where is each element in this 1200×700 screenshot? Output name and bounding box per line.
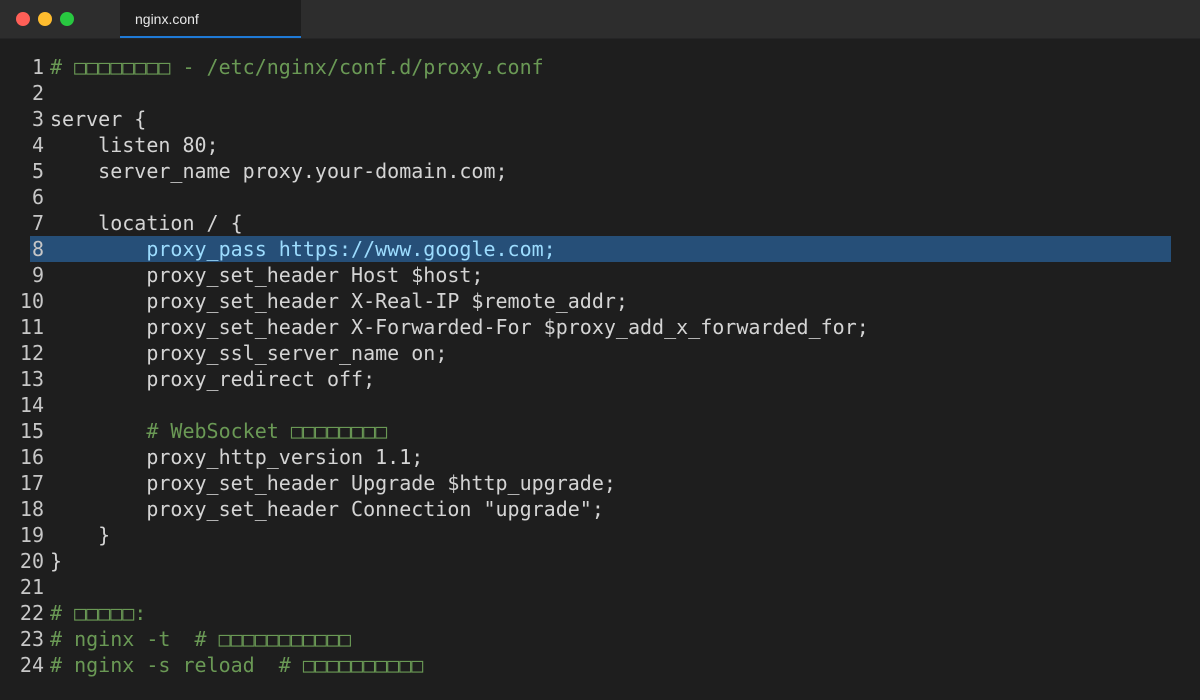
line-number: 1 (31, 55, 44, 79)
line-text: proxy_set_header Upgrade $http_upgrade; (50, 471, 616, 495)
code-line[interactable]: 12 proxy_ssl_server_name on; (0, 340, 1200, 366)
title-bar: nginx.conf (0, 0, 1200, 39)
line-number: 9 (31, 263, 44, 287)
line-number: 24 (19, 653, 44, 677)
code-line[interactable]: 13 proxy_redirect off; (0, 366, 1200, 392)
line-number: 10 (19, 289, 44, 313)
code-line[interactable]: 3 server { (0, 106, 1200, 132)
line-number: 19 (19, 523, 44, 547)
line-text: proxy_set_header Connection "upgrade"; (50, 497, 604, 521)
line-number: 4 (31, 133, 44, 157)
editor-window: nginx.conf 1 # □□□□□□□□ - /etc/nginx/conf… (0, 0, 1200, 700)
line-number: 21 (19, 575, 44, 599)
code-line[interactable]: 22 # □□□□□: (0, 600, 1200, 626)
line-text: # □□□□□: (50, 601, 147, 625)
line-text: # WebSocket □□□□□□□□ (50, 419, 388, 443)
line-text: } (50, 549, 63, 573)
code-line[interactable]: 17 proxy_set_header Upgrade $http_upgrad… (0, 470, 1200, 496)
line-number: 6 (31, 185, 44, 209)
line-text: server { (50, 107, 147, 131)
line-text: # nginx -s reload # □□□□□□□□□□ (50, 653, 424, 677)
line-text: proxy_pass https://www.google.com; (50, 237, 556, 261)
line-number: 7 (31, 211, 44, 235)
line-text: proxy_redirect off; (50, 367, 376, 391)
line-text: proxy_set_header Host $host; (50, 263, 484, 287)
code-line[interactable]: 21 (0, 574, 1200, 600)
line-text: location / { (50, 211, 243, 235)
code-line[interactable]: 4 listen 80; (0, 132, 1200, 158)
line-number: 3 (31, 107, 44, 131)
code-line[interactable]: 20} (0, 548, 1200, 574)
line-number: 16 (19, 445, 44, 469)
line-number: 2 (31, 81, 44, 105)
line-text: server_name proxy.your-domain.com; (50, 159, 508, 183)
code-line[interactable]: 1 # □□□□□□□□ - /etc/nginx/conf.d/proxy.co… (0, 54, 1200, 80)
code-line[interactable]: 24 # nginx -s reload # □□□□□□□□□□ (0, 652, 1200, 678)
line-number: 13 (19, 367, 44, 391)
line-number: 23 (19, 627, 44, 651)
code-line[interactable]: 7 location / { (0, 210, 1200, 236)
line-text: proxy_set_header X-Forwarded-For $proxy_… (50, 315, 869, 339)
line-number: 14 (19, 393, 44, 417)
line-text: proxy_ssl_server_name on; (50, 341, 448, 365)
line-number: 15 (19, 419, 44, 443)
code-line[interactable]: 14 (0, 392, 1200, 418)
line-text: } (50, 523, 111, 547)
tab-nginx-conf[interactable]: nginx.conf (120, 0, 301, 38)
line-number: 20 (19, 549, 44, 573)
code-line[interactable]: 23 # nginx -t # □□□□□□□□□□□ (0, 626, 1200, 652)
code-line[interactable]: 2 (0, 80, 1200, 106)
line-number: 18 (19, 497, 44, 521)
code-line[interactable]: 10 proxy_set_header X-Real-IP $remote_ad… (0, 288, 1200, 314)
line-text: # □□□□□□□□ - /etc/nginx/conf.d/proxy.con… (50, 55, 544, 79)
line-text: proxy_http_version 1.1; (50, 445, 424, 469)
line-text: # nginx -t # □□□□□□□□□□□ (50, 627, 352, 651)
code-line[interactable]: 6 (0, 184, 1200, 210)
code-line[interactable]: 19 } (0, 522, 1200, 548)
highlighted-code-line[interactable]: 8 proxy_pass https://www.google.com; (0, 236, 1200, 262)
code-line[interactable]: 5 server_name proxy.your-domain.com; (0, 158, 1200, 184)
line-number: 22 (19, 601, 44, 625)
code-line[interactable]: 18 proxy_set_header Connection "upgrade"… (0, 496, 1200, 522)
line-number: 8 (31, 237, 44, 261)
line-number: 5 (31, 159, 44, 183)
minimize-window-button[interactable] (38, 12, 52, 26)
code-line[interactable]: 15 # WebSocket □□□□□□□□ (0, 418, 1200, 444)
line-number: 12 (19, 341, 44, 365)
code-editor[interactable]: 1 # □□□□□□□□ - /etc/nginx/conf.d/proxy.co… (0, 54, 1200, 694)
code-line[interactable]: 16 proxy_http_version 1.1; (0, 444, 1200, 470)
code-line[interactable]: 11 proxy_set_header X-Forwarded-For $pro… (0, 314, 1200, 340)
maximize-window-button[interactable] (60, 12, 74, 26)
line-text: proxy_set_header X-Real-IP $remote_addr; (50, 289, 628, 313)
close-window-button[interactable] (16, 12, 30, 26)
tab-label: nginx.conf (135, 11, 199, 27)
code-line[interactable]: 9 proxy_set_header Host $host; (0, 262, 1200, 288)
line-number: 17 (19, 471, 44, 495)
line-text: listen 80; (50, 133, 219, 157)
line-number: 11 (19, 315, 44, 339)
